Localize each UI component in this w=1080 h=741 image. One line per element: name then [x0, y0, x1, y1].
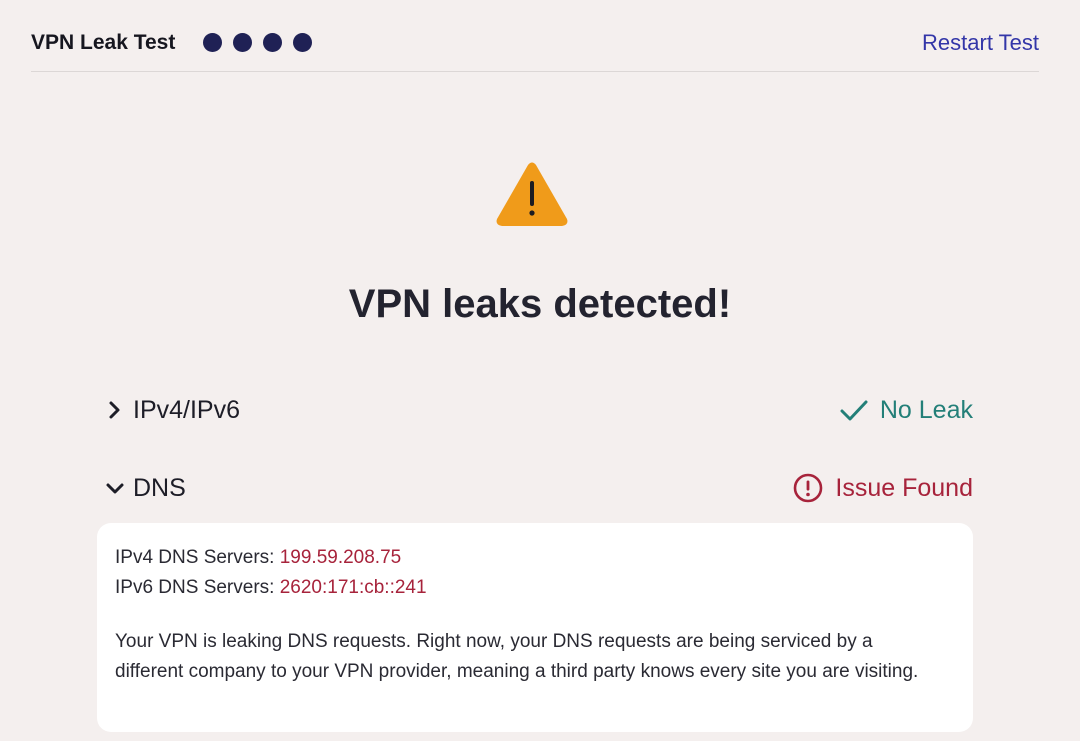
checkmark-icon — [840, 400, 868, 421]
restart-test-link[interactable]: Restart Test — [922, 29, 1039, 57]
ipv4-dns-line: IPv4 DNS Servers: 199.59.208.75 — [115, 543, 955, 573]
progress-dot — [233, 33, 252, 52]
ipv6-dns-line: IPv6 DNS Servers: 2620:171:cb::241 — [115, 573, 955, 603]
ipv4-dns-value: 199.59.208.75 — [279, 547, 402, 568]
progress-dot — [203, 33, 222, 52]
ipv6-dns-label: IPv6 DNS Servers: — [115, 577, 275, 598]
dns-details-panel: IPv4 DNS Servers: 199.59.208.75 IPv6 DNS… — [97, 523, 973, 732]
alert-circle-icon — [794, 473, 823, 503]
app-title: VPN Leak Test — [31, 31, 176, 54]
progress-dot — [263, 33, 282, 52]
warning-triangle-icon — [496, 162, 568, 226]
result-title: VPN leaks detected! — [348, 282, 732, 326]
chevron-down-icon[interactable] — [105, 476, 125, 500]
test-row-ipv4-ipv6[interactable]: IPv4/IPv6 No Leak — [105, 390, 973, 430]
test-label: IPv4/IPv6 — [133, 396, 240, 424]
chevron-right-icon[interactable] — [105, 398, 125, 422]
status-text: No Leak — [879, 396, 973, 424]
test-label: DNS — [133, 474, 186, 502]
status-badge: Issue Found — [793, 473, 973, 503]
progress-dots — [203, 33, 312, 52]
test-row-dns[interactable]: DNS Issue Found — [105, 468, 973, 508]
ipv4-dns-label: IPv4 DNS Servers: — [115, 547, 275, 568]
header: VPN Leak Test Restart Test — [31, 0, 1039, 72]
status-badge: No Leak — [840, 395, 973, 425]
status-text: Issue Found — [835, 474, 973, 502]
dns-leak-description: Your VPN is leaking DNS requests. Right … — [115, 631, 919, 682]
progress-dot — [293, 33, 312, 52]
ipv6-dns-value: 2620:171:cb::241 — [279, 577, 427, 598]
